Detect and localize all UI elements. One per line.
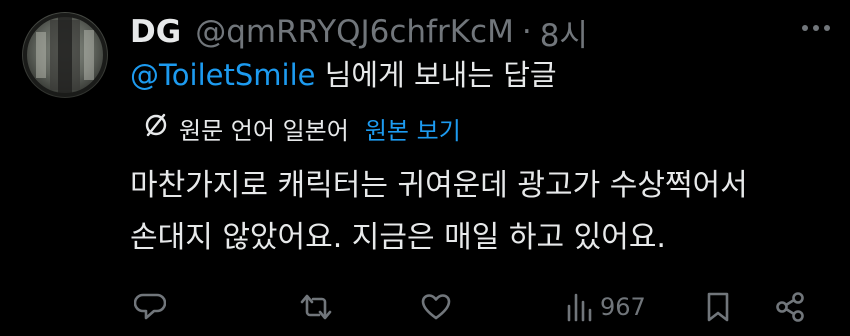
action-bar: 967 xyxy=(0,285,850,329)
translation-bar: 원문 언어 일본어 원본 보기 xyxy=(143,109,461,147)
repost-button[interactable] xyxy=(300,285,332,329)
post-header: DG @qmRRYQJ6chfrKcM · 8시 xyxy=(130,10,588,54)
reply-icon xyxy=(134,291,166,323)
bookmark-icon xyxy=(704,291,732,323)
separator-dot: · xyxy=(521,14,532,50)
translation-source-label: 원문 언어 일본어 xyxy=(179,116,349,145)
reply-button[interactable] xyxy=(134,285,166,329)
reply-to-line: @ToiletSmile 님에게 보내는 답글 xyxy=(130,55,557,95)
reply-to-label: 님에게 보내는 답글 xyxy=(315,58,557,92)
repost-icon xyxy=(300,291,332,323)
share-button[interactable] xyxy=(774,285,806,329)
show-original-link[interactable]: 원본 보기 xyxy=(365,111,461,146)
post-text-line: 손대지 않았어요. 지금은 매일 하고 있어요. xyxy=(130,220,666,255)
views-icon xyxy=(566,292,592,322)
display-name[interactable]: DG xyxy=(130,14,181,50)
heart-icon xyxy=(420,291,452,323)
share-icon xyxy=(774,291,806,323)
avatar[interactable] xyxy=(22,12,108,98)
views-count: 967 xyxy=(600,293,646,321)
post-timestamp[interactable]: 8시 xyxy=(540,10,588,55)
translate-icon xyxy=(143,112,169,144)
bookmark-button[interactable] xyxy=(704,285,732,329)
like-button[interactable] xyxy=(420,285,452,329)
post-text: 마찬가지로 캐릭터는 귀여운데 광고가 수상쩍어서 손대지 않았어요. 지금은 … xyxy=(130,160,748,264)
post-text-line: 마찬가지로 캐릭터는 귀여운데 광고가 수상쩍어서 xyxy=(130,168,748,203)
views-button[interactable]: 967 xyxy=(566,285,646,329)
avatar-image xyxy=(23,13,107,97)
reply-mention-link[interactable]: @ToiletSmile xyxy=(130,58,315,92)
more-icon[interactable] xyxy=(802,18,830,38)
user-handle[interactable]: @qmRRYQJ6chfrKcM xyxy=(195,14,514,50)
